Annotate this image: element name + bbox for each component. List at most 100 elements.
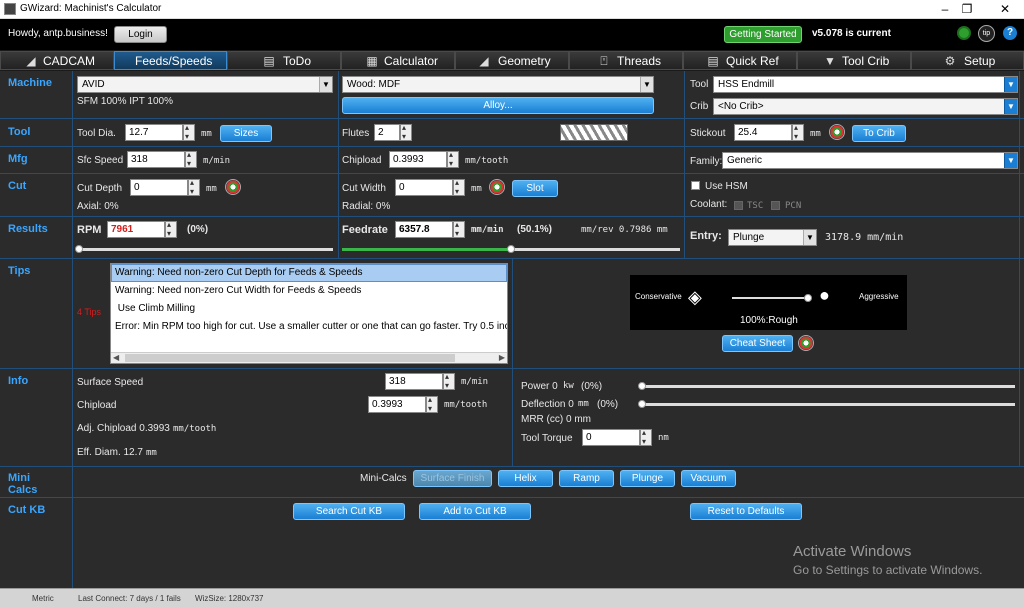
list-item[interactable]: Warning: Need non-zero Cut Depth for Fee… — [115, 267, 363, 278]
machine-select[interactable]: AVID ▼ — [77, 76, 333, 93]
plunge-button[interactable]: Plunge — [620, 470, 675, 487]
tip-icon[interactable]: tip — [978, 25, 995, 42]
eff-diam-unit: mm — [146, 448, 157, 458]
aggressiveness-slider[interactable] — [732, 294, 812, 302]
deflection-slider[interactable] — [638, 400, 1015, 408]
tab-quick-ref[interactable]: ▤ Quick Ref — [683, 51, 797, 70]
section-tips: Tips — [8, 265, 31, 277]
stickout-stepper[interactable] — [792, 123, 804, 141]
tab-cadcam[interactable]: ◢ CADCAM — [0, 51, 114, 70]
chipload-stepper[interactable] — [447, 150, 459, 168]
to-crib-button[interactable]: To Crib — [852, 125, 906, 142]
status-bar: Metric Last Connect: 7 days / 1 fails Wi… — [0, 588, 1024, 608]
use-hsm-label: Use HSM — [705, 181, 748, 192]
sync-icon[interactable] — [957, 26, 971, 40]
login-button[interactable]: Login — [114, 26, 167, 43]
surface-speed-input[interactable]: 318 — [385, 373, 443, 390]
rpm-input[interactable]: 7961 — [107, 221, 165, 238]
vacuum-button[interactable]: Vacuum — [681, 470, 736, 487]
info-chipload-stepper[interactable] — [426, 395, 438, 413]
cut-depth-stepper[interactable] — [188, 178, 200, 196]
sfc-speed-input[interactable]: 318 — [127, 151, 185, 168]
flutes-stepper[interactable] — [400, 123, 412, 141]
crib-select[interactable]: <No Crib> ▼ — [713, 98, 1018, 115]
deflection-slider-knob[interactable] — [638, 400, 646, 408]
tab-setup[interactable]: ⚙ Setup — [911, 51, 1024, 70]
flutes-label: Flutes — [342, 128, 370, 139]
scroll-right-icon[interactable]: ▶ — [499, 353, 505, 362]
rpm-slider-knob[interactable] — [75, 245, 83, 253]
search-cut-kb-button[interactable]: Search Cut KB — [293, 503, 405, 520]
horizontal-scrollbar[interactable]: ◀ ▶ — [111, 352, 507, 363]
last-connect-status: Last Connect: 7 days / 1 fails — [78, 594, 181, 603]
tool-select[interactable]: HSS Endmill ▼ — [713, 76, 1018, 93]
use-hsm-checkbox[interactable] — [691, 181, 700, 190]
reset-to-defaults-button[interactable]: Reset to Defaults — [690, 503, 802, 520]
list-item[interactable]: Warning: Need non-zero Cut Width for Fee… — [115, 285, 361, 296]
divider — [0, 146, 1024, 147]
window-titlebar: GWizard: Machinist's Calculator – ❐ ✕ — [0, 0, 1024, 19]
feedrate-stepper[interactable] — [453, 220, 465, 238]
tool-torque-stepper[interactable] — [640, 428, 652, 446]
feedrate-input[interactable]: 6357.8 — [395, 221, 453, 238]
power-slider-knob[interactable] — [638, 382, 646, 390]
sizes-button[interactable]: Sizes — [220, 125, 272, 142]
surface-speed-stepper[interactable] — [443, 372, 455, 390]
tool-torque-unit: nm — [658, 433, 669, 443]
info-chipload-input[interactable]: 0.3993 — [368, 396, 426, 413]
info-chipload-unit: mm/tooth — [444, 400, 488, 410]
list-item[interactable]: Error: Min RPM too high for cut. Use a s… — [115, 321, 507, 332]
chipload-input[interactable]: 0.3993 — [389, 151, 447, 168]
tab-feeds-speeds[interactable]: Feeds/Speeds — [114, 51, 227, 70]
cut-depth-input[interactable]: 0 — [130, 179, 188, 196]
feedrate-slider-knob[interactable] — [507, 245, 515, 253]
pcn-checkbox[interactable] — [771, 201, 780, 210]
tab-todo[interactable]: ▤ ToDo — [227, 51, 341, 70]
flutes-input[interactable]: 2 — [374, 124, 400, 141]
family-label: Family: — [690, 156, 723, 167]
tab-tool-crib[interactable]: ▼ Tool Crib — [797, 51, 911, 70]
tsc-checkbox[interactable] — [734, 201, 743, 210]
rpm-slider[interactable] — [75, 245, 333, 253]
tool-dia-input[interactable]: 12.7 — [125, 124, 183, 141]
tool-torque-input[interactable]: 0 — [582, 429, 640, 446]
info-chipload-label: Chipload — [77, 400, 117, 411]
power-slider[interactable] — [638, 382, 1015, 390]
divider — [0, 173, 1024, 174]
list-item[interactable]: Use Climb Milling — [115, 303, 195, 314]
family-select[interactable]: Generic ▼ — [722, 152, 1018, 169]
feedrate-slider[interactable] — [342, 245, 680, 253]
color-picker-icon[interactable] — [489, 179, 505, 195]
close-button[interactable]: ✕ — [990, 1, 1020, 18]
entry-select[interactable]: Plunge ▼ — [728, 229, 817, 246]
surface-finish-button[interactable]: Surface Finish — [413, 470, 492, 487]
getting-started-button[interactable]: Getting Started — [724, 26, 802, 43]
scroll-left-icon[interactable]: ◀ — [113, 353, 119, 362]
slot-button[interactable]: Slot — [512, 180, 558, 197]
cheat-sheet-button[interactable]: Cheat Sheet — [722, 335, 793, 352]
cut-width-stepper[interactable] — [453, 178, 465, 196]
sfc-speed-stepper[interactable] — [185, 150, 197, 168]
rpm-stepper[interactable] — [165, 220, 177, 238]
stickout-input[interactable]: 25.4 — [734, 124, 792, 141]
color-picker-icon[interactable] — [225, 179, 241, 195]
tab-threads[interactable]: ⍞ Threads — [569, 51, 683, 70]
alloy-button[interactable]: Alloy... — [342, 97, 654, 114]
color-picker-icon[interactable] — [829, 124, 845, 140]
add-to-cut-kb-button[interactable]: Add to Cut KB — [419, 503, 531, 520]
cut-width-input[interactable]: 0 — [395, 179, 453, 196]
tool-dia-stepper[interactable] — [183, 123, 195, 141]
coolant-label: Coolant: — [690, 199, 728, 210]
surface-speed-unit: m/min — [461, 377, 489, 387]
material-select[interactable]: Wood: MDF ▼ — [342, 76, 654, 93]
ramp-button[interactable]: Ramp — [559, 470, 614, 487]
aggressiveness-slider-knob[interactable] — [804, 294, 812, 302]
color-picker-icon[interactable] — [798, 335, 814, 351]
tab-calculator[interactable]: ▦ Calculator — [341, 51, 455, 70]
tab-geometry[interactable]: ◢ Geometry — [455, 51, 569, 70]
help-icon[interactable]: ? — [1003, 26, 1017, 40]
maximize-button[interactable]: ❐ — [952, 1, 982, 18]
helix-button[interactable]: Helix — [498, 470, 553, 487]
chevron-down-icon: ▼ — [640, 77, 653, 92]
scrollbar-thumb[interactable] — [125, 354, 455, 362]
